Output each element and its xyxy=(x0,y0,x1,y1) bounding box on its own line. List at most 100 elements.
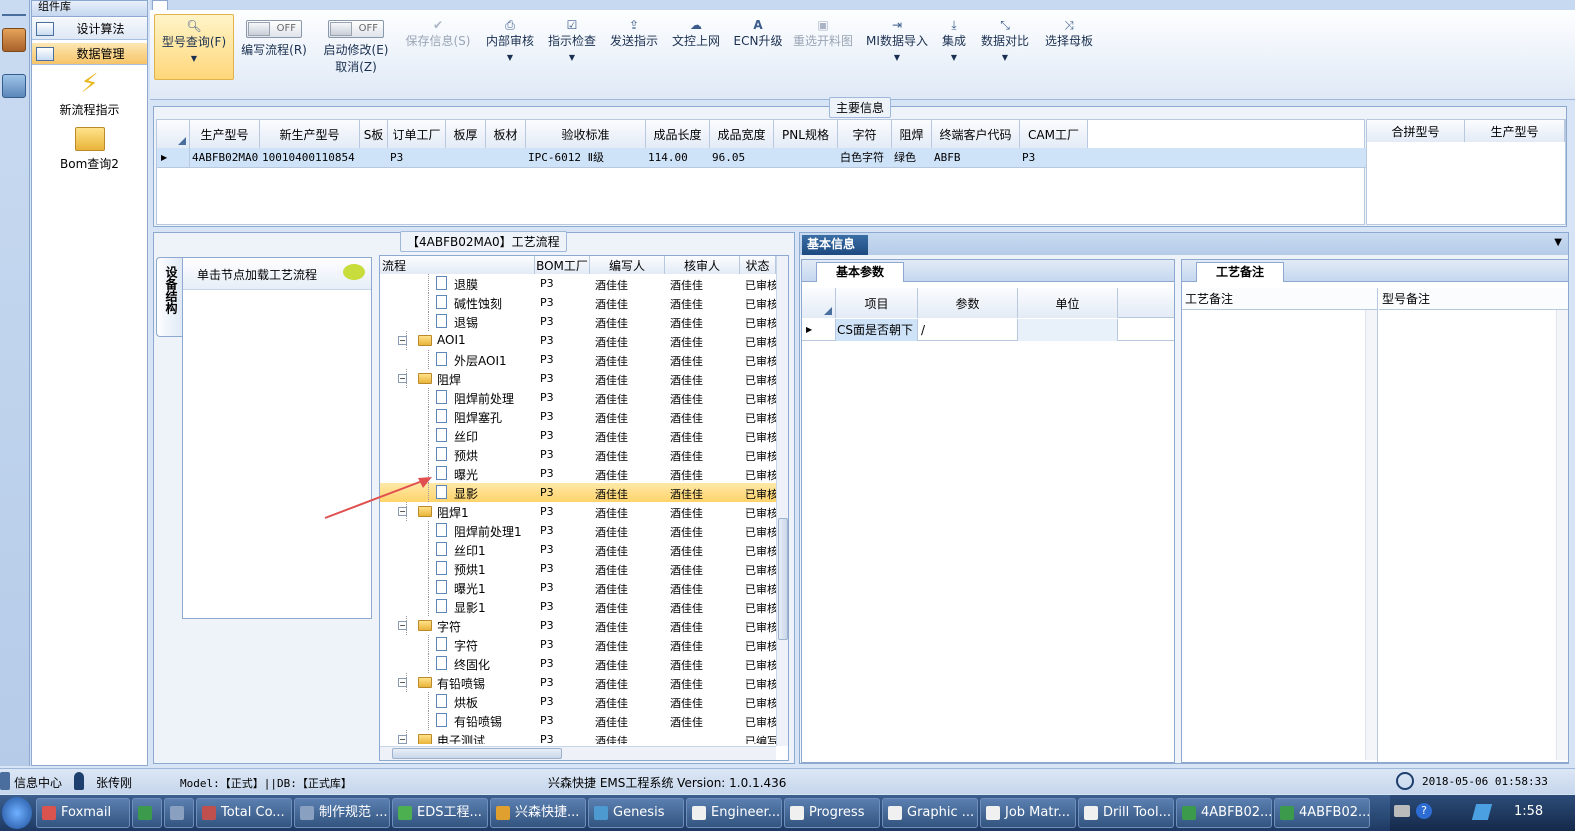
vertical-scrollbar[interactable] xyxy=(1365,310,1377,760)
column-header[interactable]: 合拼型号 xyxy=(1367,120,1465,142)
horizontal-scrollbar[interactable] xyxy=(380,746,776,760)
integrate-button[interactable]: ⤓ 集成 ▼ xyxy=(936,14,972,84)
taskbar-button[interactable]: 制作规范 ... xyxy=(294,798,390,828)
tree-row[interactable]: 字符 P3 酒佳佳 酒佳佳 已审核 xyxy=(380,635,776,654)
tree-row[interactable]: 阻焊前处理 P3 酒佳佳 酒佳佳 已审核 xyxy=(380,388,776,407)
tree-row[interactable]: 外层AOI1 P3 酒佳佳 酒佳佳 已审核 xyxy=(380,350,776,369)
tree-row[interactable]: 有铅喷锡 P3 酒佳佳 酒佳佳 已审核 xyxy=(380,711,776,730)
basic-info-tab[interactable]: 基本信息 xyxy=(802,235,868,255)
tree-row[interactable]: 丝印 P3 酒佳佳 酒佳佳 已审核 xyxy=(380,426,776,445)
calculator-icon[interactable] xyxy=(2,74,26,98)
column-header[interactable]: 成品宽度 xyxy=(710,120,774,148)
tree-row[interactable]: 阻焊塞孔 P3 酒佳佳 酒佳佳 已审核 xyxy=(380,407,776,426)
column-header[interactable]: 验收标准 xyxy=(526,120,646,148)
send-instruction-button[interactable]: ⇪ 发送指示 xyxy=(606,14,662,84)
tree-row[interactable]: 退锡 P3 酒佳佳 酒佳佳 已审核 xyxy=(380,312,776,331)
tree-row[interactable]: 终固化 P3 酒佳佳 酒佳佳 已审核 xyxy=(380,654,776,673)
column-header[interactable]: 字符 xyxy=(838,120,892,148)
tab-process-notes[interactable]: 工艺备注 xyxy=(1196,262,1284,282)
collapse-icon[interactable]: − xyxy=(398,336,407,345)
taskbar-button[interactable]: Foxmail xyxy=(36,798,130,828)
tab-basic-params[interactable]: 基本参数 xyxy=(816,262,904,282)
tree-row[interactable]: 丝印1 P3 酒佳佳 酒佳佳 已审核 xyxy=(380,540,776,559)
taskbar-button[interactable]: Progress xyxy=(784,798,880,828)
mi-data-import-button[interactable]: ⇥ MI数据导入 ▼ xyxy=(862,14,932,84)
taskbar-button[interactable]: 兴森快捷... xyxy=(490,798,586,828)
column-header[interactable]: 终端客户代码 xyxy=(932,120,1020,148)
taskbar-button[interactable]: Genesis xyxy=(588,798,684,828)
info-center-label[interactable]: 信息中心 xyxy=(14,774,62,791)
ecn-upgrade-button[interactable]: A ECN升级 xyxy=(730,14,786,84)
tree-row[interactable]: 烘板 P3 酒佳佳 酒佳佳 已审核 xyxy=(380,692,776,711)
column-header[interactable]: S板 xyxy=(360,120,388,148)
nav-item-design-algorithm[interactable]: 设计算法 xyxy=(32,18,147,40)
scrollbar-thumb[interactable] xyxy=(778,518,788,640)
menu-icon[interactable] xyxy=(2,2,26,16)
tree-row[interactable]: − AOI1 P3 酒佳佳 酒佳佳 已审核 xyxy=(380,331,776,350)
param-value[interactable]: / xyxy=(918,319,1018,341)
taskbar-button[interactable]: 4ABFB02... xyxy=(1176,798,1272,828)
instruction-check-button[interactable]: ☑ 指示检查 ▼ xyxy=(544,14,600,84)
column-header[interactable]: 板厚 xyxy=(446,120,486,148)
network-icon[interactable] xyxy=(1471,804,1493,820)
bom-query-button[interactable]: Bom查询2 xyxy=(42,127,137,172)
column-header[interactable]: 阻焊 xyxy=(892,120,932,148)
new-process-instruction-button[interactable]: ⚡ 新流程指示 xyxy=(42,69,137,118)
tree-row[interactable]: 预烘 P3 酒佳佳 酒佳佳 已审核 xyxy=(380,445,776,464)
process-notes-box[interactable]: 工艺备注 xyxy=(1182,288,1378,762)
column-header[interactable]: BOM工厂 xyxy=(535,256,590,274)
tree-row[interactable]: 退膜 P3 酒佳佳 酒佳佳 已审核 xyxy=(380,274,776,293)
keyboard-icon[interactable] xyxy=(1394,805,1410,817)
column-header[interactable]: PNL规格 xyxy=(774,120,838,148)
data-compare-button[interactable]: ⤡ 数据对比 ▼ xyxy=(976,14,1034,84)
taskbar-button[interactable] xyxy=(132,798,162,828)
column-header[interactable]: 编写人 xyxy=(590,256,665,274)
tree-row[interactable]: 曝光1 P3 酒佳佳 酒佳佳 已审核 xyxy=(380,578,776,597)
save-info-button[interactable]: ✔ 保存信息(S) xyxy=(402,14,474,84)
chevron-down-icon[interactable]: ▼ xyxy=(1554,237,1562,248)
column-header[interactable]: 生产型号 xyxy=(190,120,260,148)
tree-row[interactable]: − 有铅喷锡 P3 酒佳佳 酒佳佳 已审核 xyxy=(380,673,776,692)
taskbar-button[interactable]: Job Matr... xyxy=(980,798,1076,828)
taskbar-button[interactable]: Drill Tool... xyxy=(1078,798,1174,828)
internal-review-button[interactable]: ⎙ 内部审核 ▼ xyxy=(482,14,538,84)
column-header[interactable]: 流程 xyxy=(380,256,535,274)
taskbar-clock[interactable]: 1:58 xyxy=(1514,804,1543,819)
column-header[interactable]: 生产型号 xyxy=(1465,120,1565,142)
scrollbar-thumb[interactable] xyxy=(392,748,562,759)
collapse-icon[interactable]: − xyxy=(398,374,407,383)
taskbar-button[interactable]: Graphic ... xyxy=(882,798,978,828)
column-header[interactable]: 核审人 xyxy=(665,256,740,274)
tree-row[interactable]: 碱性蚀刻 P3 酒佳佳 酒佳佳 已审核 xyxy=(380,293,776,312)
write-process-switch[interactable]: OFF xyxy=(246,20,302,38)
column-header[interactable]: 板材 xyxy=(486,120,526,148)
tree-row[interactable]: − 阻焊 P3 酒佳佳 酒佳佳 已审核 xyxy=(380,369,776,388)
vertical-scrollbar[interactable] xyxy=(1556,310,1568,760)
doc-control-online-button[interactable]: ☁ 文控上网 xyxy=(668,14,724,84)
model-notes-box[interactable]: 型号备注 xyxy=(1379,288,1568,762)
column-header[interactable]: 单位 xyxy=(1018,288,1118,318)
vertical-scrollbar[interactable] xyxy=(776,256,788,746)
collapse-icon[interactable]: − xyxy=(398,735,407,744)
taskbar-button[interactable] xyxy=(164,798,194,828)
factory-icon[interactable] xyxy=(2,28,26,52)
column-header[interactable]: 成品长度 xyxy=(646,120,710,148)
model-query-button[interactable]: 🔍︎ 型号查询(F) ▼ xyxy=(154,14,234,80)
start-modify-toggle[interactable]: OFF 启动修改(E) 取消(Z) xyxy=(316,14,396,84)
column-header[interactable]: CAM工厂 xyxy=(1020,120,1088,148)
write-process-toggle[interactable]: OFF 编写流程(R) xyxy=(236,14,312,84)
tree-row[interactable]: − 字符 P3 酒佳佳 酒佳佳 已审核 xyxy=(380,616,776,635)
taskbar-button[interactable]: Total Co... xyxy=(196,798,292,828)
collapse-icon[interactable]: − xyxy=(398,621,407,630)
taskbar-button[interactable]: 4ABFB02... xyxy=(1274,798,1370,828)
taskbar-button[interactable]: EDS工程... xyxy=(392,798,488,828)
column-header[interactable]: 参数 xyxy=(918,288,1018,318)
tree-row[interactable]: − 电子测试 P3 酒佳佳 已编写 xyxy=(380,730,776,744)
equipment-structure-tab[interactable]: 设备结构 xyxy=(156,257,182,337)
table-row[interactable]: ▶ CS面是否朝下 / xyxy=(802,319,1174,341)
column-header[interactable]: 新生产型号 xyxy=(260,120,360,148)
start-button[interactable] xyxy=(2,797,32,829)
column-header[interactable]: 订单工厂 xyxy=(388,120,446,148)
tree-row[interactable]: 预烘1 P3 酒佳佳 酒佳佳 已审核 xyxy=(380,559,776,578)
taskbar-button[interactable]: Engineer... xyxy=(686,798,782,828)
